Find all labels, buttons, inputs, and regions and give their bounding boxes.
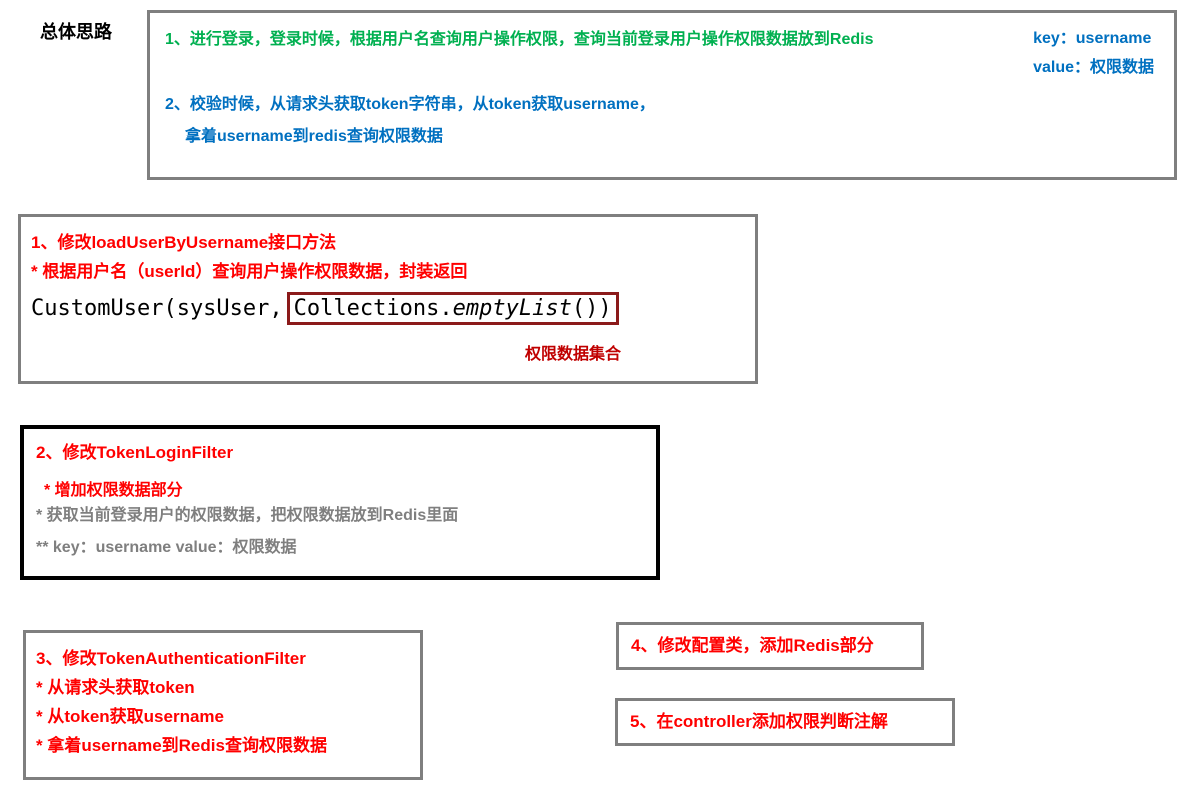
step-5-text: 5、在controller添加权限判断注解: [630, 708, 888, 737]
step-2-title: 2、修改TokenLoginFilter: [36, 439, 644, 468]
step-4-text: 4、修改配置类，添加Redis部分: [631, 632, 874, 661]
step-3-line-3: * 拿着username到Redis查询权限数据: [36, 732, 410, 761]
step-3-line-1: * 从请求头获取token: [36, 674, 410, 703]
step-3-line-2: * 从token获取username: [36, 703, 410, 732]
redis-value: value：权限数据: [1033, 54, 1154, 83]
step-2-gray-1: * 获取当前登录用户的权限数据，把权限数据放到Redis里面: [36, 500, 644, 532]
highlighted-code: Collections.emptyList()): [287, 292, 619, 325]
collection-label: 权限数据集合: [401, 340, 745, 364]
step-1-box: 1、修改loadUserByUsername接口方法 * 根据用户名（userI…: [18, 214, 758, 384]
step-1-title: 1、修改loadUserByUsername接口方法: [31, 229, 745, 258]
step-2-gray-2: ** key：username value：权限数据: [36, 532, 644, 564]
code-snippet: CustomUser(sysUser, Collections.emptyLis…: [31, 292, 745, 325]
overview-step-2: 2、校验时候，从请求头获取token字符串，从token获取username， …: [165, 89, 1159, 153]
step-1-sub: * 根据用户名（userId）查询用户操作权限数据，封装返回: [31, 258, 745, 287]
step-3-title: 3、修改TokenAuthenticationFilter: [36, 645, 410, 674]
step-4-box: 4、修改配置类，添加Redis部分: [616, 622, 924, 670]
step-2-sub: * 增加权限数据部分: [44, 476, 644, 500]
overview-box: 1、进行登录，登录时候，根据用户名查询用户操作权限，查询当前登录用户操作权限数据…: [147, 10, 1177, 180]
step-2-box: 2、修改TokenLoginFilter * 增加权限数据部分 * 获取当前登录…: [20, 425, 660, 580]
redis-key: key：username: [1033, 25, 1154, 54]
step-5-box: 5、在controller添加权限判断注解: [615, 698, 955, 746]
overview-step-1: 1、进行登录，登录时候，根据用户名查询用户操作权限，查询当前登录用户操作权限数据…: [165, 25, 1159, 49]
step-3-box: 3、修改TokenAuthenticationFilter * 从请求头获取to…: [23, 630, 423, 780]
redis-kv-note: key：username value：权限数据: [1033, 25, 1154, 83]
main-title: 总体思路: [40, 18, 112, 44]
